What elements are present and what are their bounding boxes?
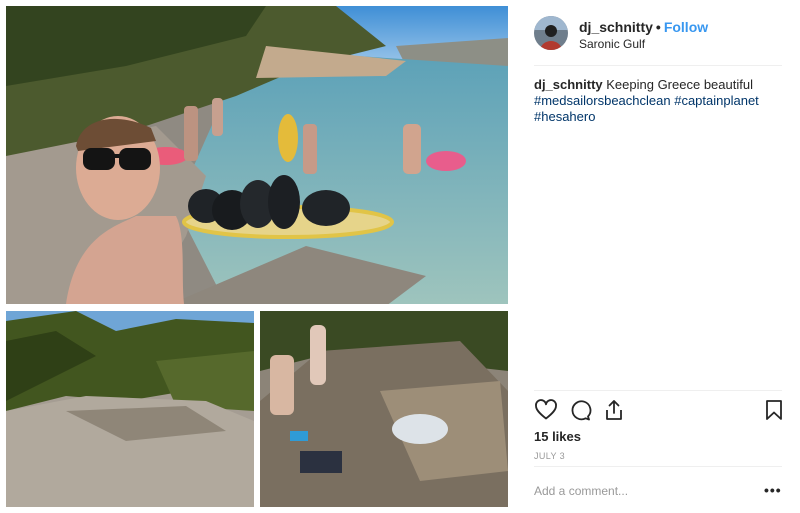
like-button[interactable] [534, 398, 558, 422]
more-options-button[interactable]: ••• [764, 482, 782, 498]
post-date[interactable]: JULY 3 [534, 451, 565, 461]
save-button[interactable] [762, 398, 786, 422]
header-divider [534, 65, 782, 66]
caption-username[interactable]: dj_schnitty [534, 77, 603, 92]
username-line: dj_schnitty • Follow [579, 19, 708, 35]
location-link[interactable]: Saronic Gulf [579, 37, 645, 51]
hashtag-link[interactable]: #medsailorsbeachclean [534, 93, 671, 108]
heart-icon [535, 399, 557, 420]
post-sidebar: dj_schnitty • Follow Saronic Gulf dj_schni… [520, 0, 788, 513]
comment-divider [534, 466, 782, 467]
bookmark-icon [766, 400, 782, 420]
share-icon [606, 400, 622, 420]
cleanup-photo [260, 311, 508, 507]
follow-button[interactable]: Follow [664, 19, 708, 35]
avatar[interactable] [534, 16, 568, 50]
comment-icon [571, 400, 592, 421]
share-button[interactable] [602, 398, 626, 422]
post-photo-main[interactable] [6, 6, 508, 304]
trail-photo [6, 311, 254, 507]
post-caption: dj_schnitty Keeping Greece beautiful #me… [534, 77, 774, 125]
actions-divider [534, 390, 782, 391]
caption-text: Keeping Greece beautiful [606, 77, 753, 92]
beach-cleanup-photo [6, 6, 508, 304]
hashtag-link[interactable]: #captainplanet [674, 93, 759, 108]
separator-dot: • [655, 19, 661, 35]
comment-button[interactable] [568, 398, 592, 422]
avatar-image [534, 16, 568, 50]
username-link[interactable]: dj_schnitty [579, 19, 653, 35]
post-photo-trail[interactable] [6, 311, 254, 507]
hashtag-link[interactable]: #hesahero [534, 109, 595, 124]
post-photo-cleanup[interactable] [260, 311, 508, 507]
comment-input[interactable] [534, 484, 749, 498]
action-bar [534, 398, 788, 424]
post-header: dj_schnitty • Follow Saronic Gulf [534, 14, 788, 54]
likes-count[interactable]: 15 likes [534, 429, 581, 444]
